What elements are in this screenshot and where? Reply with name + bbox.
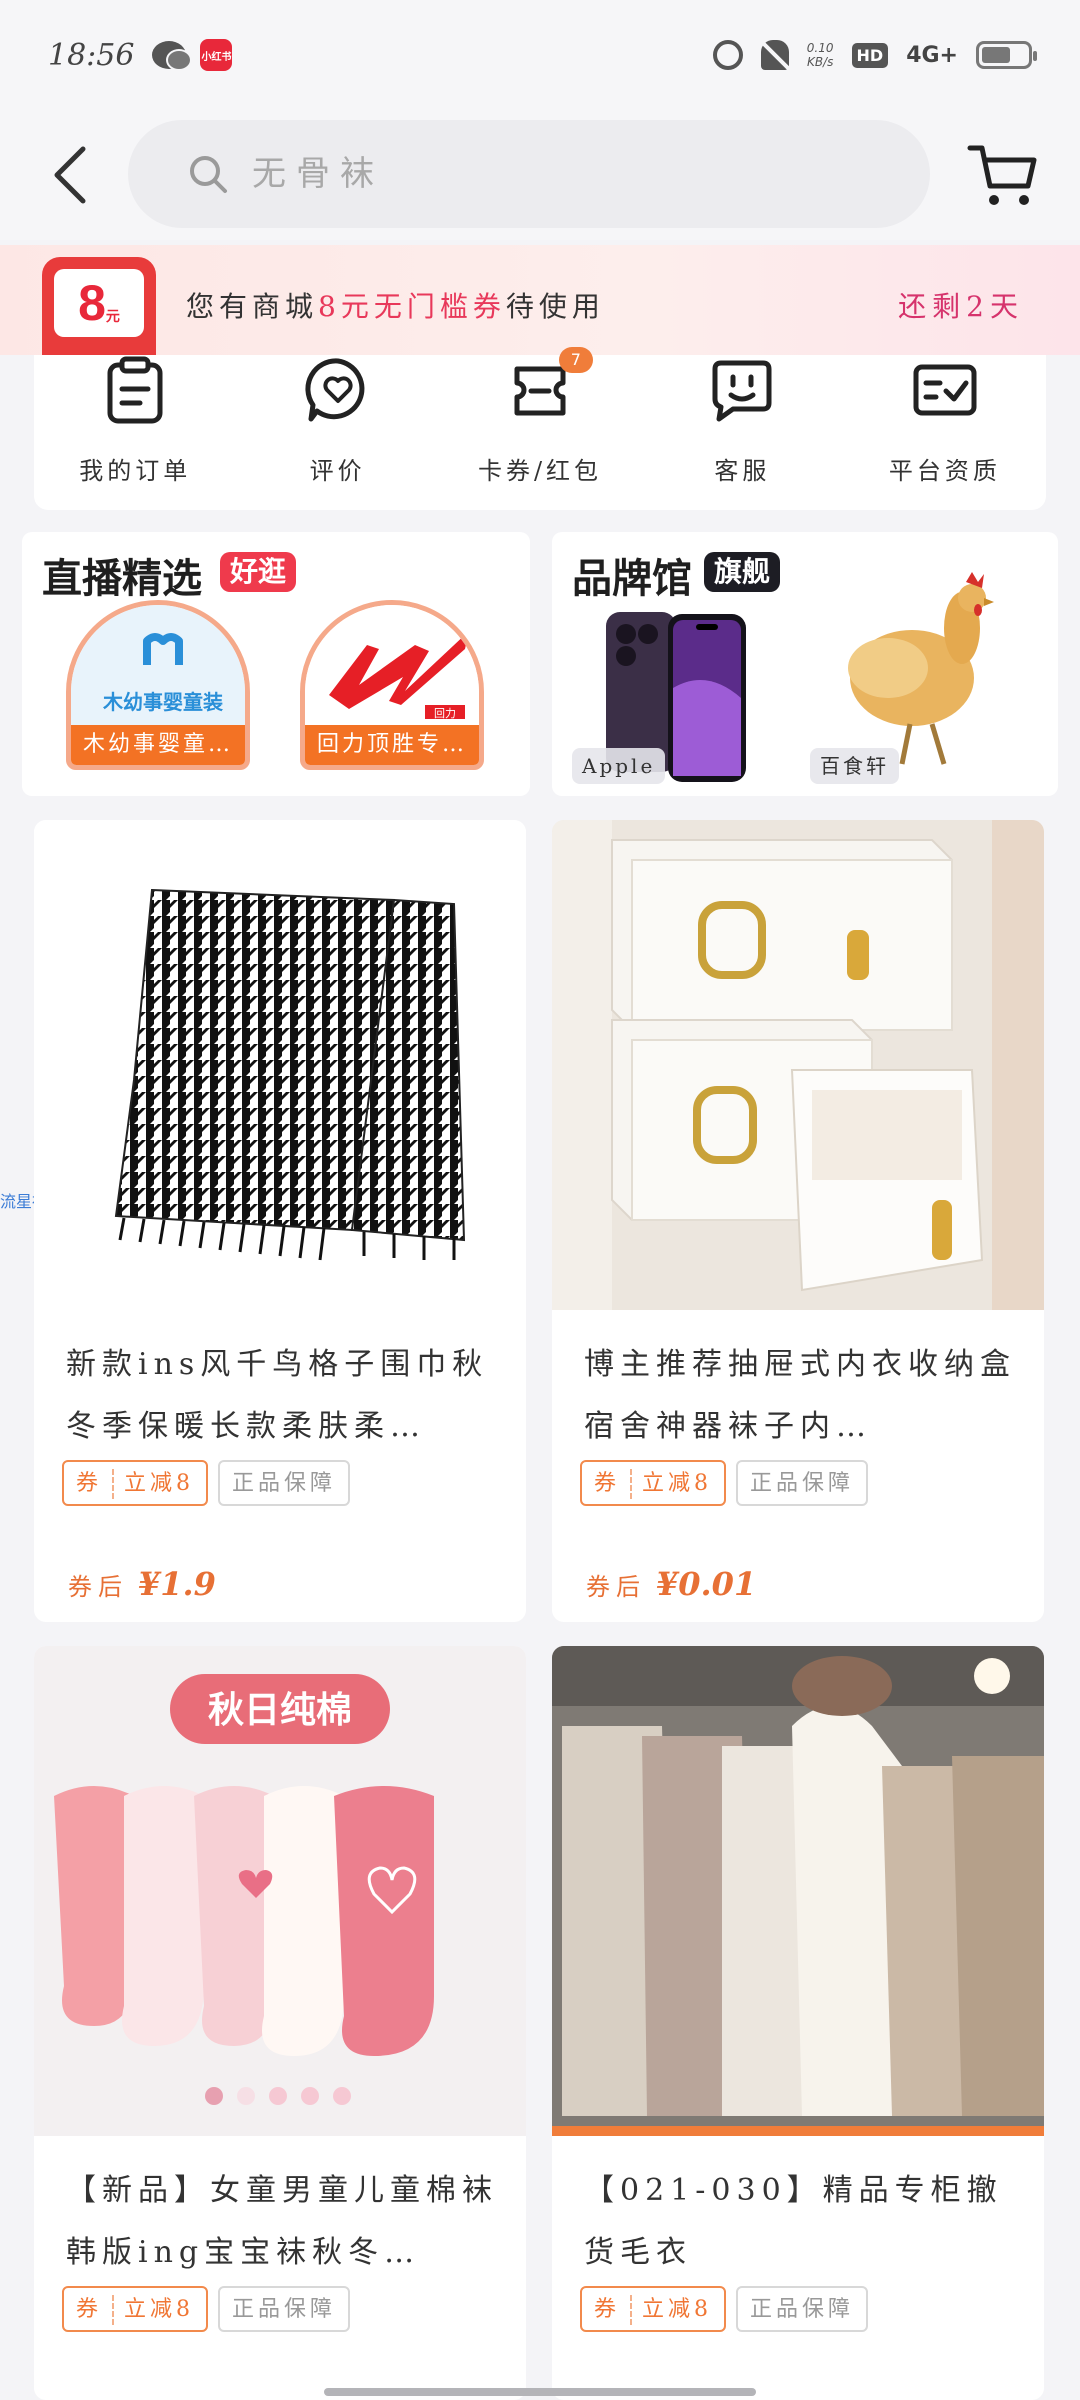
sweater-rack-image: [552, 1646, 1044, 2136]
guarantee-tag: 正品保障: [736, 2286, 869, 2332]
guarantee-tag: 正品保障: [736, 1460, 869, 1506]
product-price: 券后 ¥1.9: [68, 1565, 216, 1603]
brand-tag: 旗舰: [704, 552, 781, 592]
product-card[interactable]: 博主推荐抽屉式内衣收纳盒宿舍神器袜子内… 券立减8 正品保障 券后 ¥0.01: [552, 820, 1044, 1622]
search-box[interactable]: [128, 120, 930, 228]
product-card[interactable]: 新款ins风千鸟格子围巾秋冬季保暖长款柔肤柔… 券立减8 正品保障 券后 ¥1.9: [34, 820, 526, 1622]
hd-icon: HD: [851, 42, 889, 68]
brand-apple-caption: Apple: [572, 748, 666, 784]
live-store-2[interactable]: 回力 回力顶胜专…: [300, 600, 484, 770]
certificate-icon: [913, 364, 977, 416]
product-image: [34, 820, 526, 1310]
guarantee-tag: 正品保障: [218, 1460, 351, 1506]
product-card[interactable]: 秋日纯棉 【新品】女童男童儿童棉袜韩版ing宝宝袜秋冬… 券立减8 正品保障: [34, 1646, 526, 2400]
back-arrow-icon: [54, 146, 86, 204]
product-card[interactable]: 【021-030】精品专柜撤货毛衣 券立减8 正品保障: [552, 1646, 1044, 2400]
customer-service-icon: [712, 360, 772, 422]
header: [0, 110, 1080, 240]
product-title: 【021-030】精品专柜撤货毛衣: [584, 2173, 1003, 2270]
home-indicator[interactable]: [324, 2388, 756, 2396]
status-time: 18:56: [48, 37, 135, 73]
net-speed: 0.10 KB/s: [806, 41, 834, 69]
chicken-image: [848, 572, 994, 765]
live-store-1-caption: 木幼事婴童…: [71, 725, 245, 765]
menu-item-reviews[interactable]: 评价: [236, 355, 438, 510]
coupon-banner[interactable]: 8元 您有商城8元无门槛券待使用 还剩2天: [0, 245, 1080, 355]
signal-icon: 4G+: [906, 42, 958, 68]
coupon-tag: 券立减8: [62, 2286, 209, 2332]
kids-socks-image: 秋日纯棉: [34, 1646, 526, 2136]
search-icon: [190, 156, 227, 193]
product-image: 秋日纯棉: [34, 1646, 526, 2136]
drawer-storage-image: [552, 820, 1044, 1310]
muyoushi-logo: 木幼事婴童装: [71, 605, 245, 735]
order-list-icon: [107, 356, 163, 424]
battery-icon: [976, 41, 1037, 69]
mute-bell-icon: [760, 40, 789, 70]
houndstooth-scarf-image: [34, 820, 526, 1310]
menu-item-service[interactable]: 客服: [641, 355, 843, 510]
guarantee-tag: 正品保障: [218, 2286, 351, 2332]
brand-title: 品牌馆: [572, 556, 692, 602]
order-menu: 我的订单 评价 7 卡券/红包 客服 平台资质: [34, 347, 1046, 510]
product-image: [552, 820, 1044, 1310]
coupon-message: 您有商城8元无门槛券待使用: [186, 290, 605, 323]
back-button[interactable]: [36, 140, 106, 210]
svg-text:回力: 回力: [434, 707, 456, 720]
status-bar: 18:56 小红书 0.10 KB/s HD 4G+: [0, 0, 1080, 110]
live-selection-card[interactable]: 直播精选 好逛 木幼事婴童装 木幼事婴童… 回力 回力顶胜专…: [22, 532, 530, 796]
menu-item-orders[interactable]: 我的订单: [34, 355, 236, 510]
review-heart-icon: [305, 358, 364, 422]
coupon-tag: 券立减8: [580, 1460, 727, 1506]
menu-item-qualification[interactable]: 平台资质: [844, 355, 1046, 510]
cart-button[interactable]: [966, 140, 1040, 210]
brand-baishixuan-caption: 百食轩: [810, 748, 899, 784]
brand-hall-card[interactable]: 品牌馆 旗舰 Apple 百食轩: [552, 532, 1058, 796]
shop-app-icon: 小红书: [200, 39, 233, 71]
product-title: 【新品】女童男童儿童棉袜韩版ing宝宝袜秋冬…: [66, 2173, 498, 2270]
product-title: 新款ins风千鸟格子围巾秋冬季保暖长款柔肤柔…: [66, 1347, 489, 1444]
search-input[interactable]: [252, 154, 852, 194]
product-price: 券后 ¥0.01: [586, 1565, 757, 1603]
cart-icon: [967, 145, 1037, 205]
live-store-2-caption: 回力顶胜专…: [305, 725, 479, 765]
live-title: 直播精选: [42, 556, 202, 602]
live-store-1[interactable]: 木幼事婴童装 木幼事婴童…: [66, 600, 250, 770]
coupon-tag: 券立减8: [580, 2286, 727, 2332]
coupon-count-badge: 7: [558, 347, 593, 373]
coupon-remaining: 还剩2天: [898, 290, 1024, 323]
product-title: 博主推荐抽屉式内衣收纳盒宿舍神器袜子内…: [584, 1347, 1016, 1444]
coupon-tag: 券立减8: [62, 1460, 209, 1506]
svg-text:木幼事婴童装: 木幼事婴童装: [102, 690, 223, 714]
live-tag: 好逛: [220, 552, 297, 592]
coupon-badge-icon: 8元: [42, 257, 156, 355]
product-image: [552, 1646, 1044, 2136]
wechat-icon: [152, 41, 193, 71]
alarm-icon: [712, 40, 743, 70]
menu-item-coupons[interactable]: 7 卡券/红包: [439, 347, 641, 510]
svg-text:秋日纯棉: 秋日纯棉: [208, 1690, 352, 1731]
warrior-logo: 回力: [305, 605, 479, 735]
